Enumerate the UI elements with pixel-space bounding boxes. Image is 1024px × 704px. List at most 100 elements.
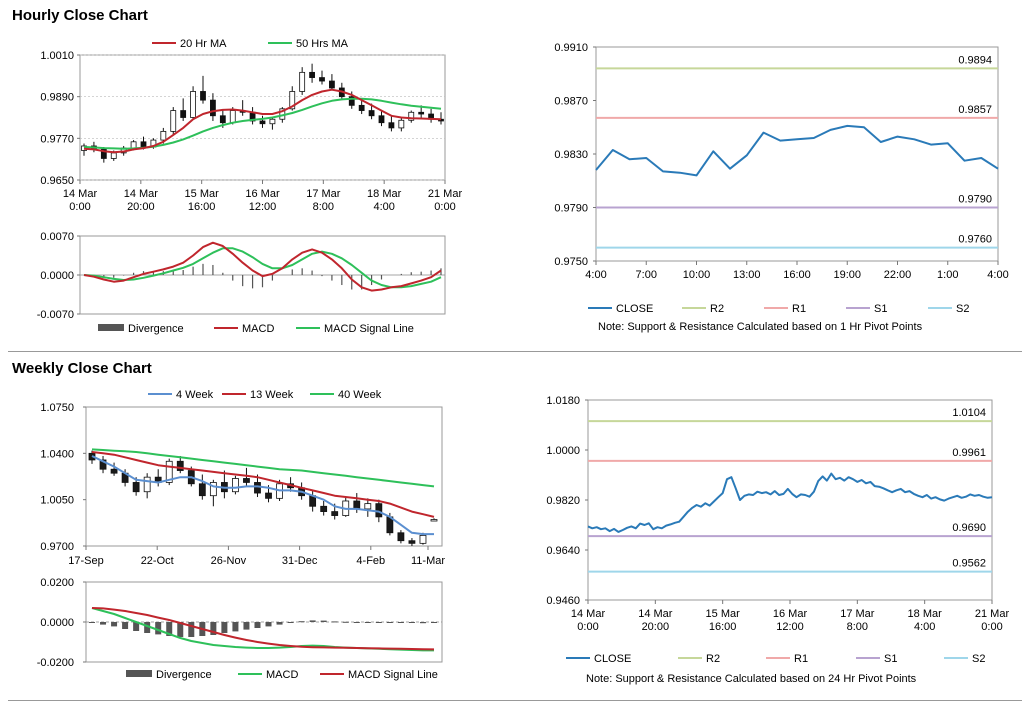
y-tick-label: 0.9700 (40, 541, 74, 553)
legend-s2-label: S2 (972, 653, 985, 665)
section-divider (8, 351, 1022, 352)
y-tick-label: 0.9820 (546, 495, 580, 507)
divergence-bar (111, 622, 118, 627)
weekly-pivot-legend: CLOSE R2 R1 S1 S2 (566, 653, 985, 665)
weekly-pivot-chart: CLOSE R2 R1 S1 S2 Note: Support & Resist… (546, 395, 1009, 685)
candle-body (160, 130, 167, 141)
divergence-bar (265, 622, 272, 627)
signal-line (91, 607, 435, 651)
legend-divergence-label: Divergence (128, 323, 184, 335)
divergence-bar (100, 622, 107, 625)
candle-body (358, 104, 365, 111)
candle-body (143, 476, 151, 493)
y-tick-label: 0.9460 (546, 595, 580, 607)
x-tick-label: 14 Mar (638, 608, 673, 620)
wk13-line (91, 451, 435, 518)
y-tick-label: 1.0010 (40, 50, 74, 62)
bottom-divider (8, 700, 1022, 701)
divergence-bar (331, 621, 338, 623)
x-tick-label: 14 Mar (63, 188, 98, 200)
candle-body (232, 478, 239, 493)
candle-body (320, 505, 328, 512)
candle-body (364, 503, 372, 510)
legend-40week-label: 40 Week (338, 389, 382, 401)
divergence-bar (320, 620, 327, 622)
y-tick-label: 0.9830 (554, 149, 588, 161)
y-tick-label: 0.9870 (554, 96, 588, 108)
candle-body (229, 110, 236, 124)
close-line (587, 472, 993, 533)
divergence-bar (287, 622, 294, 623)
x-tick-label: 8:00 (847, 621, 868, 633)
divergence-bar (431, 622, 437, 623)
x-tick-label: 16 Mar (773, 608, 808, 620)
y-tick-label: 1.0000 (546, 445, 580, 457)
x-tick-label: 16:00 (188, 201, 216, 213)
candle-body (210, 99, 216, 117)
hourly-pivot-chart: CLOSE R2 R1 S1 S2 Note: Support & Resist… (554, 42, 1008, 333)
x-tick-label: 21 Mar (428, 188, 463, 200)
candle-body (418, 111, 425, 115)
plot-frame (587, 399, 993, 601)
x-tick-label: 0:00 (434, 201, 455, 213)
candle-body (190, 91, 196, 118)
candle-body (378, 115, 385, 124)
y-tick-label: 0.9890 (40, 92, 74, 104)
x-tick-label: 17-Sep (68, 555, 103, 567)
y-tick-label: 0.9790 (554, 203, 588, 215)
y-tick-label: 1.0050 (40, 495, 74, 507)
divergence-bar (375, 622, 382, 623)
divergence-bar (364, 622, 371, 623)
candle-body (430, 519, 438, 522)
y-tick-label: 0.0200 (40, 577, 74, 589)
pivot-level-label: 0.9562 (952, 558, 986, 570)
candle-body (388, 122, 395, 129)
candle-body (176, 460, 184, 471)
x-tick-label: 13:00 (733, 269, 761, 281)
x-tick-label: 10:00 (683, 269, 711, 281)
hourly-pivot-note: Note: Support & Resistance Calculated ba… (598, 321, 923, 333)
x-tick-label: 15 Mar (185, 188, 220, 200)
candle-body (132, 482, 140, 493)
legend-s1-label: S1 (874, 303, 887, 315)
x-tick-label: 22:00 (884, 269, 912, 281)
divergence-bar (353, 622, 360, 623)
legend-4week-label: 4 Week (176, 389, 214, 401)
legend-divergence-swatch (98, 324, 124, 331)
divergence-bar (221, 622, 228, 633)
y-tick-label: 0.9650 (40, 175, 74, 187)
y-tick-label: 1.0400 (40, 448, 74, 460)
y-tick-label: -0.0200 (37, 657, 74, 669)
divergence-bar (408, 622, 415, 623)
legend-ma20-label: 20 Hr MA (180, 38, 227, 50)
legend-divergence-swatch (126, 670, 152, 677)
weekly-macd-legend: Divergence MACD MACD Signal Line (126, 669, 438, 681)
x-tick-label: 14 Mar (124, 188, 159, 200)
x-tick-label: 1:00 (937, 269, 958, 281)
legend-signal-label: MACD Signal Line (348, 669, 438, 681)
x-tick-label: 15 Mar (706, 608, 741, 620)
pivot-level-label: 0.9790 (958, 194, 992, 206)
x-tick-label: 12:00 (776, 621, 804, 633)
candle-body (140, 141, 147, 148)
x-tick-label: 20:00 (127, 201, 155, 213)
x-tick-label: 26-Nov (211, 555, 247, 567)
pivot-level-label: 0.9961 (952, 447, 986, 459)
y-tick-label: 1.0180 (546, 395, 580, 407)
candle-body (408, 540, 416, 544)
legend-macd-label: MACD (242, 323, 274, 335)
x-tick-label: 0:00 (981, 621, 1002, 633)
divergence-bar (397, 622, 404, 623)
x-tick-label: 4:00 (373, 201, 394, 213)
y-tick-label: 0.0000 (40, 617, 74, 629)
weekly-macd-chart: Divergence MACD MACD Signal Line 0.0200 0… (37, 577, 443, 681)
x-tick-label: 7:00 (636, 269, 657, 281)
y-tick-label: 0.9770 (40, 133, 74, 145)
divergence-bar (188, 622, 195, 637)
x-tick-label: 11-Mar (411, 555, 445, 567)
candle-body (319, 77, 325, 82)
candle-body (170, 110, 177, 132)
x-tick-label: 31-Dec (282, 555, 318, 567)
weekly-price-legend: 4 Week 13 Week 40 Week (148, 389, 382, 401)
x-tick-label: 8:00 (313, 201, 334, 213)
